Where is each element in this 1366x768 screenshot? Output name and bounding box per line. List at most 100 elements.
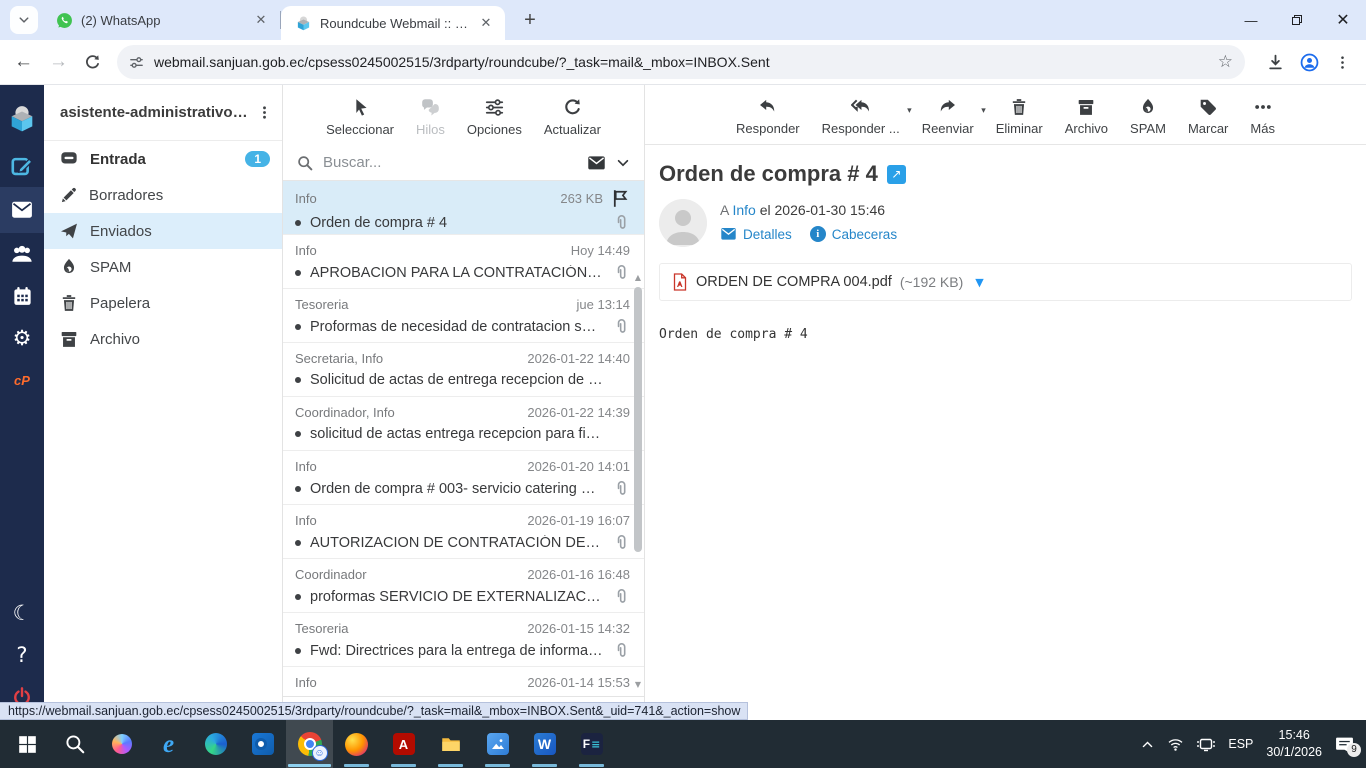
message-status-dot[interactable]	[295, 539, 301, 546]
message-list-row[interactable]: Secretaria, Info 2026-01-22 14:40 Solicitu…	[283, 343, 644, 397]
taskbar-firefox-icon[interactable]	[333, 720, 380, 768]
recipient-link[interactable]: Info	[732, 202, 755, 218]
taskmenu-calendar[interactable]	[0, 275, 44, 317]
sidebar-folder-archivo[interactable]: Archivo	[44, 321, 282, 357]
taskbar-edge-icon[interactable]	[192, 720, 239, 768]
message-list-row[interactable]: Tesoreria 2026-01-15 14:32 Fwd: Directrice…	[283, 613, 644, 667]
marcar-button[interactable]: Marcar	[1178, 98, 1238, 136]
message-status-dot[interactable]	[295, 377, 301, 383]
tab-whatsapp[interactable]: (2) WhatsApp ✕	[42, 0, 280, 40]
taskmenu-mail[interactable]	[0, 187, 44, 233]
address-bar[interactable]: webmail.sanjuan.gob.ec/cpsess0245002515/…	[117, 45, 1245, 79]
message-list-row[interactable]: Tesoreria jue 13:14 Proformas de necesidad…	[283, 289, 644, 343]
profile-icon[interactable]	[1300, 53, 1319, 72]
actualizar-button[interactable]: Actualizar	[535, 98, 610, 137]
tab-roundcube[interactable]: Roundcube Webmail :: Enviados ✕	[281, 6, 505, 40]
message-list-row[interactable]: Info 263 KB Orden de compra # 4	[283, 181, 644, 235]
hilos-button[interactable]: Hilos	[407, 98, 454, 137]
sidebar-folder-spam[interactable]: SPAM	[44, 249, 282, 285]
window-close-button[interactable]: ✕	[1320, 0, 1366, 40]
taskbar-copilot-icon[interactable]	[98, 720, 145, 768]
taskmenu-compose[interactable]	[0, 145, 44, 187]
seleccionar-button[interactable]: Seleccionar	[317, 98, 403, 137]
tab-close-icon[interactable]: ✕	[252, 11, 270, 29]
tab-search-button[interactable]	[10, 6, 38, 34]
list-scrollbar[interactable]: ▲ ▼	[633, 273, 643, 690]
notifications-icon[interactable]: 9	[1335, 736, 1361, 757]
forward-button[interactable]: →	[49, 51, 68, 73]
window-minimize-button[interactable]: —	[1228, 0, 1274, 40]
search-scope-envelope-icon[interactable]	[587, 155, 606, 171]
taskbar-search-icon[interactable]	[51, 720, 98, 768]
scroll-down-arrow[interactable]: ▼	[633, 680, 643, 690]
responder-button[interactable]: Responder	[726, 97, 810, 136]
message-status-dot[interactable]	[295, 647, 301, 654]
message-list-row[interactable]: Info 2026-01-14 15:53	[283, 667, 644, 696]
message-list-row[interactable]: Coordinador 2026-01-16 16:48 proformas SER…	[283, 559, 644, 613]
back-button[interactable]: ←	[14, 51, 33, 73]
taskmenu-settings[interactable]: ⚙	[0, 317, 44, 359]
más-button[interactable]: Más	[1240, 98, 1285, 136]
language-indicator[interactable]: ESP	[1228, 737, 1253, 751]
scrollbar-thumb[interactable]	[634, 287, 642, 552]
taskbar-chrome-icon[interactable]: ☺	[286, 720, 333, 768]
message-status-dot[interactable]	[295, 593, 301, 600]
details-button[interactable]: Detalles	[720, 227, 792, 242]
scroll-up-arrow[interactable]: ▲	[633, 273, 643, 283]
cast-icon[interactable]	[1197, 736, 1216, 752]
message-status-dot[interactable]	[295, 323, 301, 330]
search-input[interactable]	[323, 154, 577, 171]
search-options-chevron-icon[interactable]	[616, 156, 630, 170]
taskbar-photos-icon[interactable]	[474, 720, 521, 768]
taskbar-acrobat-icon[interactable]: A	[380, 720, 427, 768]
bookmark-star-icon[interactable]: ☆	[1218, 52, 1233, 72]
downloads-icon[interactable]	[1267, 54, 1284, 71]
taskbar-start-button[interactable]	[4, 720, 51, 768]
spam-button[interactable]: SPAM	[1120, 98, 1176, 136]
sidebar-folder-borradores[interactable]: Borradores	[44, 177, 282, 213]
url-text[interactable]: webmail.sanjuan.gob.ec/cpsess0245002515/…	[154, 54, 1208, 70]
archivo-button[interactable]: Archivo	[1055, 98, 1118, 136]
taskmenu-cpanel[interactable]: cP	[0, 359, 44, 401]
message-list-row[interactable]: Coordinador, Info 2026-01-22 14:39 solicit…	[283, 397, 644, 451]
eliminar-button[interactable]: Eliminar	[986, 98, 1053, 136]
reload-button[interactable]	[84, 54, 101, 71]
message-list-row[interactable]: Info 2026-01-19 16:07 AUTORIZACION DE CONT…	[283, 505, 644, 559]
attachment-menu-caret-icon[interactable]: ▼	[975, 276, 983, 289]
reenviar-button[interactable]: ▾ Reenviar	[912, 97, 986, 136]
message-status-dot[interactable]	[295, 219, 301, 226]
headers-button[interactable]: i Cabeceras	[809, 226, 897, 242]
open-in-new-window-icon[interactable]: ↗	[886, 164, 906, 184]
message-status-dot[interactable]	[295, 431, 301, 437]
taskmenu-roundcube-logo[interactable]	[0, 93, 44, 145]
taskbar-file-explorer-icon[interactable]	[427, 720, 474, 768]
message-list-row[interactable]: Info Hoy 14:49 APROBACION PARA LA CONTRATA…	[283, 235, 644, 289]
new-tab-button[interactable]: +	[517, 9, 543, 32]
message-status-dot[interactable]	[295, 269, 301, 276]
opciones-button[interactable]: Opciones	[458, 98, 531, 137]
taskmenu-contacts[interactable]	[0, 233, 44, 275]
taskmenu-help[interactable]: ?	[0, 634, 44, 676]
browser-menu-icon[interactable]	[1335, 55, 1350, 70]
message-status-dot[interactable]	[295, 485, 301, 492]
sidebar-folder-papelera[interactable]: Papelera	[44, 285, 282, 321]
wifi-icon[interactable]	[1167, 736, 1184, 752]
taskmenu-dark-mode[interactable]: ☾	[0, 592, 44, 634]
attachment-row[interactable]: ORDEN DE COMPRA 004.pdf (~192 KB) ▼	[659, 263, 1352, 301]
taskbar-internet-explorer-icon[interactable]: e	[145, 720, 192, 768]
taskbar-f-app-icon[interactable]: F ≡	[568, 720, 615, 768]
taskbar-word-icon[interactable]: W	[521, 720, 568, 768]
site-settings-icon[interactable]	[129, 55, 144, 70]
taskbar-outlook-icon[interactable]	[239, 720, 286, 768]
taskbar-clock[interactable]: 15:46 30/1/2026	[1266, 727, 1322, 761]
sidebar-folder-enviados[interactable]: Enviados	[44, 213, 282, 249]
message-list-row[interactable]: Info 2026-01-20 14:01 Orden de compra # 00…	[283, 451, 644, 505]
responder-button[interactable]: ▾ Responder ...	[812, 97, 912, 136]
account-menu-icon[interactable]	[257, 105, 272, 120]
flag-icon[interactable]	[611, 189, 630, 208]
sidebar-folder-entrada[interactable]: Entrada 1	[44, 141, 282, 177]
tab-close-icon[interactable]: ✕	[477, 14, 495, 32]
window-restore-button[interactable]	[1274, 0, 1320, 40]
tray-expand-icon[interactable]	[1141, 738, 1154, 751]
attachment-filename[interactable]: ORDEN DE COMPRA 004.pdf	[696, 274, 892, 290]
